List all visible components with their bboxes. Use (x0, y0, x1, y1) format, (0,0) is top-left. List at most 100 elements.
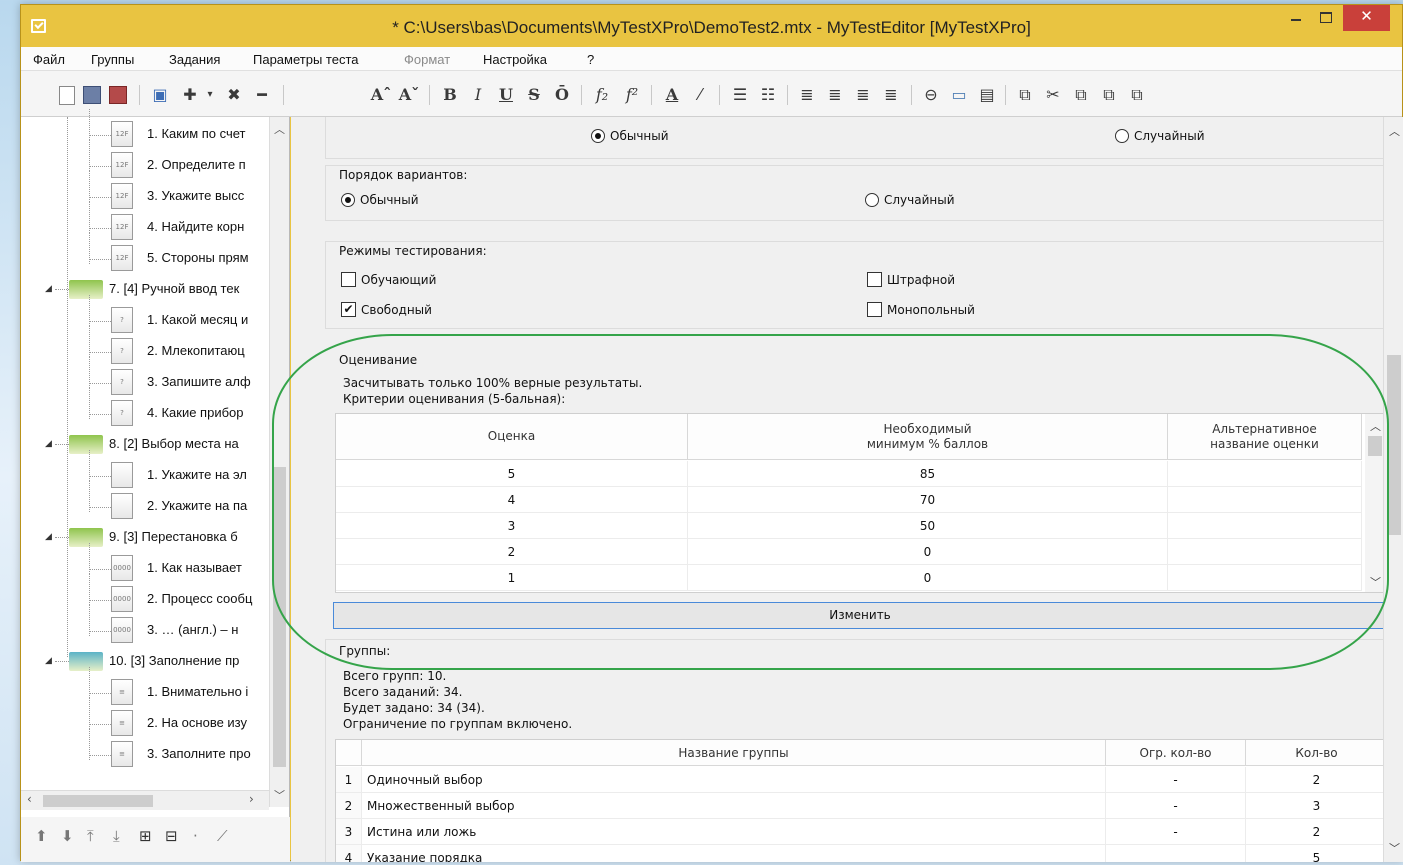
grade-cell[interactable]: 1 (336, 565, 688, 591)
close-button[interactable]: ✕ (1343, 5, 1390, 31)
image-icon[interactable]: ▭ (947, 84, 971, 106)
main-scrollbar[interactable]: ︿ ﹀ (1383, 117, 1403, 862)
subscript-icon[interactable]: f₂ (589, 84, 615, 106)
menu-help[interactable]: ? (587, 52, 594, 67)
alt-name-cell[interactable] (1168, 487, 1362, 513)
min-percent-cell[interactable]: 0 (688, 539, 1168, 565)
grade-cell[interactable]: 3 (336, 513, 688, 539)
tree-hscroll-thumb[interactable] (43, 795, 153, 807)
penalty-mode-checkbox[interactable] (867, 272, 882, 287)
menu-format[interactable]: Формат (404, 52, 450, 67)
table-icon[interactable]: ▤ (975, 84, 999, 106)
group-name-cell[interactable]: Истина или ложь (362, 819, 1106, 845)
tree-task-item[interactable]: 4. Какие прибор (147, 402, 269, 424)
font-grow-icon[interactable]: Aˆ (369, 84, 393, 106)
group-limit-cell[interactable]: - (1106, 767, 1246, 793)
tree-task-item[interactable]: 3. Укажите высс (147, 185, 269, 207)
min-percent-cell[interactable]: 70 (688, 487, 1168, 513)
formula-icon[interactable]: ⊖ (919, 84, 943, 106)
alt-name-cell[interactable] (1168, 513, 1362, 539)
align-left-icon[interactable]: ≣ (795, 84, 819, 106)
group-limit-cell[interactable]: - (1106, 819, 1246, 845)
grade-column-header[interactable]: Оценка (336, 414, 688, 460)
tree-expander-icon[interactable]: ◢ (45, 656, 52, 666)
tree-task-item[interactable]: 2. На основе изу (147, 712, 269, 734)
tree-task-item[interactable]: 2. Укажите на па (147, 495, 269, 517)
training-mode-checkbox[interactable] (341, 272, 356, 287)
tree-task-item[interactable]: 1. Каким по счет (147, 123, 269, 145)
min-percent-column-header[interactable]: Необходимый минимум % баллов (688, 414, 1168, 460)
group-name-cell[interactable]: Одиночный выбор (362, 767, 1106, 793)
groups-table[interactable]: Название группы Огр. кол-во Кол-во 1 Один… (335, 739, 1383, 862)
maximize-button[interactable] (1311, 5, 1341, 31)
italic-icon[interactable]: I (467, 84, 489, 106)
tree-group-item[interactable]: 7. [4] Ручной ввод тек (109, 278, 269, 300)
tree-expander-icon[interactable]: ◢ (45, 439, 52, 449)
tree-group-item[interactable]: 10. [3] Заполнение пр (109, 650, 269, 672)
align-center-icon[interactable]: ≣ (823, 84, 847, 106)
bold-icon[interactable]: B (439, 84, 461, 106)
alt-name-cell[interactable] (1168, 565, 1362, 591)
tree-task-item[interactable]: 4. Найдите корн (147, 216, 269, 238)
group-limit-column-header[interactable]: Огр. кол-во (1106, 740, 1246, 766)
save-file-icon[interactable] (109, 86, 127, 104)
move-bottom-icon[interactable]: ⤓ (113, 827, 120, 845)
min-percent-cell[interactable]: 50 (688, 513, 1168, 539)
group-name-cell[interactable]: Множественный выбор (362, 793, 1106, 819)
move-top-icon[interactable]: ⤒ (87, 827, 94, 845)
tree-group-item[interactable]: 8. [2] Выбор места на (109, 433, 269, 455)
tree-expander-icon[interactable]: ◢ (45, 532, 52, 542)
main-scrollbar-thumb[interactable] (1387, 355, 1401, 535)
group-count-cell[interactable]: 2 (1246, 819, 1383, 845)
font-shrink-icon[interactable]: Aˇ (397, 84, 421, 106)
align-justify-icon[interactable]: ≣ (879, 84, 903, 106)
grade-cell[interactable]: 4 (336, 487, 688, 513)
grade-cell[interactable]: 2 (336, 539, 688, 565)
group-count-cell[interactable]: 3 (1246, 793, 1383, 819)
menu-test-params[interactable]: Параметры теста (253, 52, 359, 67)
menu-settings[interactable]: Настройка (483, 52, 547, 67)
alt-name-cell[interactable] (1168, 539, 1362, 565)
tree-task-item[interactable]: 2. Определите п (147, 154, 269, 176)
questions-order-normal-radio[interactable] (591, 129, 605, 143)
copy-icon[interactable]: ⧉ (1069, 84, 1093, 106)
highlight-icon[interactable]: ⁄ (689, 84, 711, 106)
tree-scrollbar-thumb[interactable] (273, 467, 286, 767)
paste-icon[interactable]: ⧉ (1097, 84, 1121, 106)
paste-special-icon[interactable]: ⧉ (1125, 84, 1149, 106)
group-count-cell[interactable]: 5 (1246, 845, 1383, 862)
tree-expander-icon[interactable]: ◢ (45, 284, 52, 294)
menu-groups[interactable]: Группы (91, 52, 134, 67)
free-mode-checkbox[interactable]: ✔ (341, 302, 356, 317)
tree-task-item[interactable]: 1. Как называет (147, 557, 269, 579)
cut-icon[interactable]: ✂ (1041, 84, 1065, 106)
menu-tasks[interactable]: Задания (169, 52, 220, 67)
align-right-icon[interactable]: ≣ (851, 84, 875, 106)
grading-criteria-table[interactable]: Оценка Необходимый минимум % баллов Альте… (335, 413, 1383, 593)
move-up-icon[interactable]: ⬆ (35, 827, 48, 845)
group-name-cell[interactable]: Указание порядка (362, 845, 1106, 862)
min-percent-cell[interactable]: 0 (688, 565, 1168, 591)
copy-format-icon[interactable]: ⧉ (1013, 84, 1037, 106)
tree-task-item[interactable]: 3. Заполните про (147, 743, 269, 765)
menu-file[interactable]: Файл (33, 52, 65, 67)
variants-order-normal-radio[interactable] (341, 193, 355, 207)
group-limit-cell[interactable] (1106, 845, 1246, 862)
expand-all-icon[interactable]: ⊞ (139, 827, 152, 845)
grade-cell[interactable]: 5 (336, 461, 688, 487)
new-file-icon[interactable] (59, 86, 75, 105)
add-dropdown-icon[interactable]: ▾ (203, 84, 217, 106)
strike-icon[interactable]: S (523, 84, 545, 106)
underline-icon[interactable]: U (495, 84, 517, 106)
overline-icon[interactable]: Ō (551, 84, 573, 106)
grading-table-scrollbar[interactable]: ︿ ﹀ (1365, 414, 1383, 592)
tree-task-item[interactable]: 3. … (англ.) – н (147, 619, 269, 641)
group-count-column-header[interactable]: Кол-во (1246, 740, 1383, 766)
collapse-all-icon[interactable]: ⊟ (165, 827, 178, 845)
tree-horizontal-scrollbar[interactable]: ‹ › (21, 790, 269, 810)
alt-name-cell[interactable] (1168, 461, 1362, 487)
numbered-list-icon[interactable]: ☷ (755, 84, 781, 106)
tree-task-item[interactable]: 1. Какой месяц и (147, 309, 269, 331)
brush-icon[interactable]: ⟋ (217, 827, 228, 845)
open-file-icon[interactable] (83, 86, 101, 104)
